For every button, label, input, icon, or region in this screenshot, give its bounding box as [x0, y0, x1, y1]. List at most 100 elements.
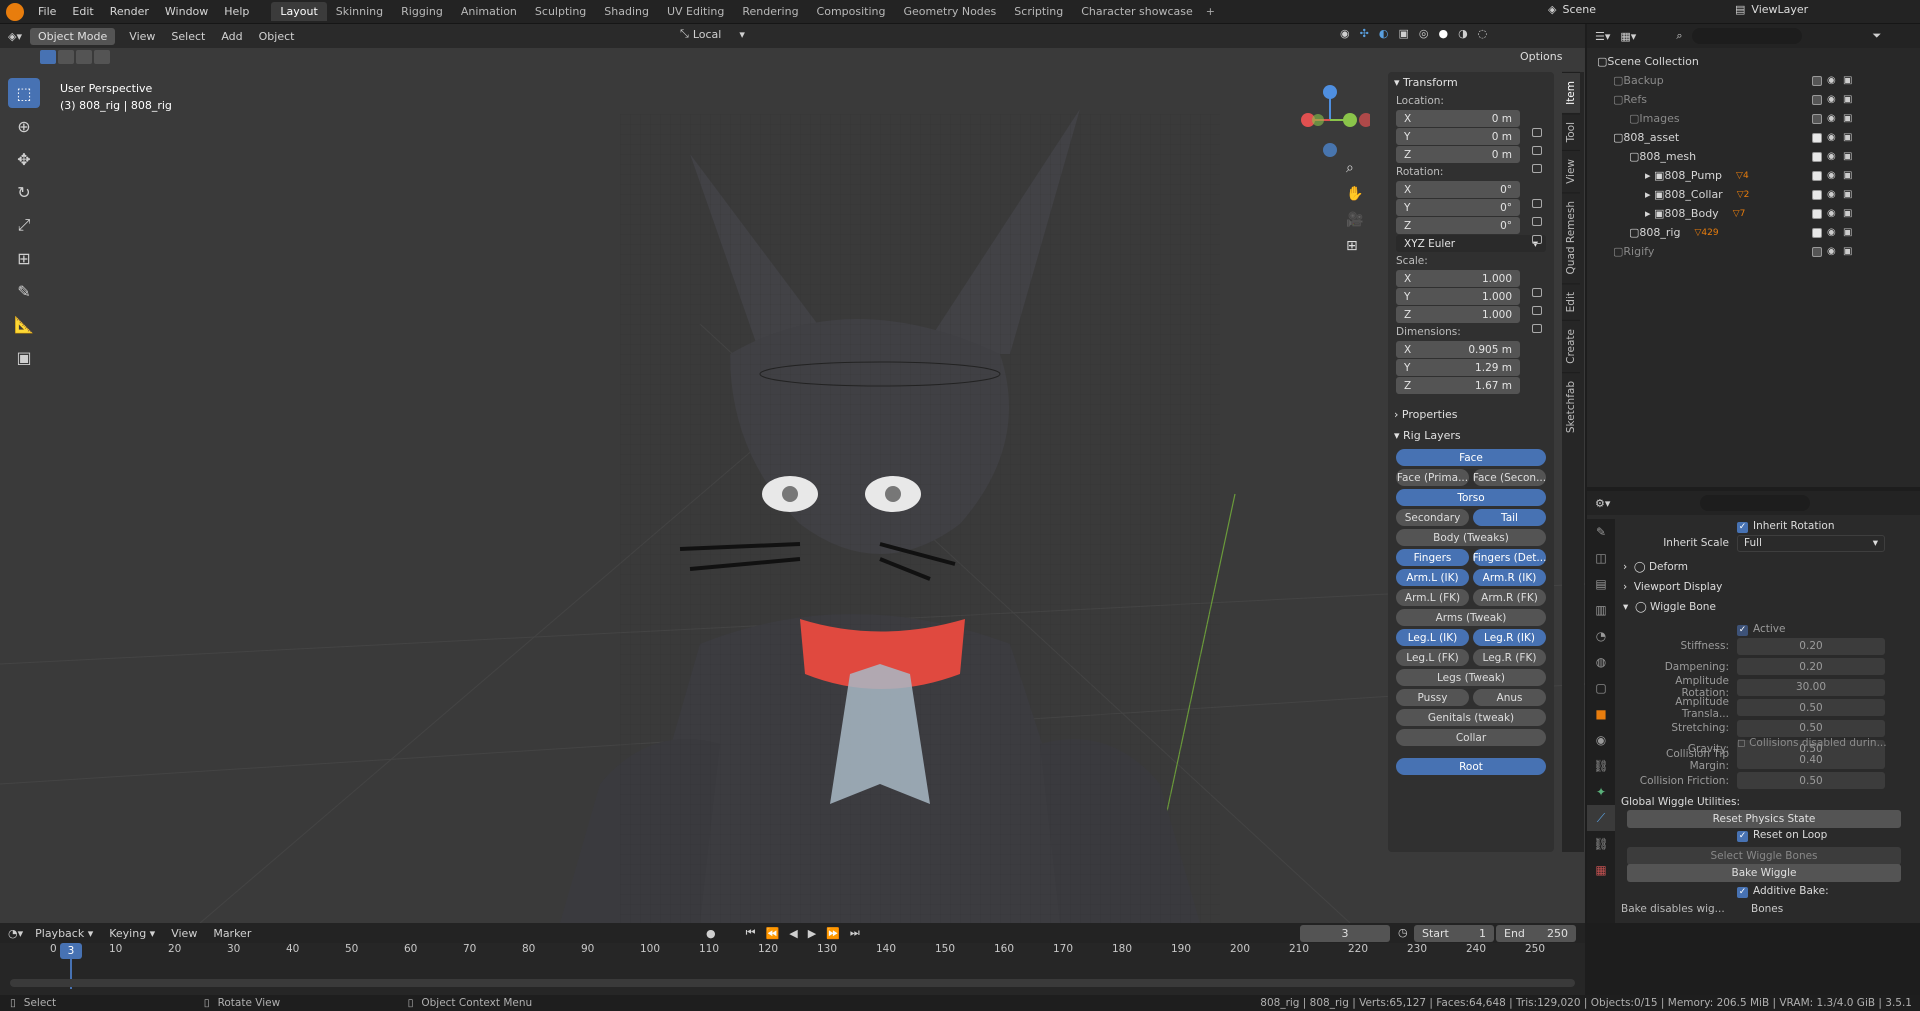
outliner-item[interactable]: ▢ Images ◉ ▣	[1587, 109, 1920, 128]
output-tab-icon[interactable]: ▤	[1587, 571, 1615, 597]
exclude-checkbox[interactable]	[1812, 246, 1822, 257]
eye-icon[interactable]: ◉	[1827, 189, 1836, 200]
annotate-tool-icon[interactable]: ✎	[8, 276, 40, 306]
location-x-field[interactable]: X 0 m	[1396, 110, 1520, 127]
object-tab-icon[interactable]: ■	[1587, 701, 1615, 727]
camera-render-icon[interactable]: ▣	[1843, 75, 1852, 86]
eye-icon[interactable]: ◉	[1827, 227, 1836, 238]
workspace-tab-shading[interactable]: Shading	[595, 2, 658, 21]
workspace-tab-uv-editing[interactable]: UV Editing	[658, 2, 733, 21]
select-new-icon[interactable]	[40, 50, 56, 64]
param-field[interactable]: 0.20	[1737, 658, 1885, 675]
camera-render-icon[interactable]: ▣	[1843, 151, 1852, 162]
menu-render[interactable]: Render	[102, 5, 157, 18]
deform-section[interactable]: › ◯ Deform	[1623, 558, 1913, 576]
properties-editor-icon[interactable]: ⚙▾	[1595, 497, 1610, 510]
param-field[interactable]: 0.40	[1737, 751, 1885, 769]
param-field[interactable]: 0.50	[1737, 699, 1885, 716]
collection-tab-icon[interactable]: ▢	[1587, 675, 1615, 701]
scale-z-field[interactable]: Z 1.000	[1396, 306, 1520, 323]
additive-bake-row[interactable]: ✓ Additive Bake:	[1627, 882, 1917, 900]
sidebar-tab-quad-remesh[interactable]: Quad Remesh	[1562, 192, 1580, 283]
sidebar-tab-tool[interactable]: Tool	[1562, 112, 1580, 151]
lock-icon[interactable]	[1532, 235, 1542, 244]
solid-shading-icon[interactable]: ●	[1438, 27, 1448, 40]
object-data-tab-icon[interactable]: ✦	[1587, 779, 1615, 805]
workspace-tab-scripting[interactable]: Scripting	[1005, 2, 1072, 21]
transform-tool-icon[interactable]: ⊞	[8, 243, 40, 273]
select-invert-icon[interactable]	[94, 50, 110, 64]
bake-wiggle-button[interactable]: Bake Wiggle	[1627, 864, 1901, 882]
outliner-item[interactable]: ▢ 808_rig ▽429 ◉ ▣	[1587, 223, 1920, 242]
rig-layer-button[interactable]: Torso	[1396, 489, 1546, 506]
modifier-tab-icon[interactable]: ◉	[1587, 727, 1615, 753]
search-input[interactable]	[1692, 28, 1803, 44]
rig-layer-button[interactable]: Tail	[1473, 509, 1546, 526]
workspace-tab-character-showcase[interactable]: Character showcase	[1072, 2, 1202, 21]
viewport-menu-view[interactable]: View	[121, 30, 163, 43]
outliner-item[interactable]: ▢ 808_asset ◉ ▣	[1587, 128, 1920, 147]
menu-file[interactable]: File	[30, 5, 64, 18]
rig-layer-button[interactable]: Arm.L (FK)	[1396, 589, 1469, 606]
outliner-item[interactable]: ▸ ▣ 808_Body ▽7 ◉ ▣	[1587, 204, 1920, 223]
camera-render-icon[interactable]: ▣	[1843, 208, 1852, 219]
camera-icon[interactable]: 🎥	[1346, 212, 1363, 228]
viewport-menu-object[interactable]: Object	[251, 30, 303, 43]
viewlayer-selector[interactable]: ▤ ViewLayer	[1735, 3, 1808, 16]
outliner-item[interactable]: ▸ ▣ 808_Collar ▽2 ◉ ▣	[1587, 185, 1920, 204]
workspace-tab-sculpting[interactable]: Sculpting	[526, 2, 595, 21]
eye-icon[interactable]: ◉	[1827, 246, 1836, 257]
mode-selector[interactable]: Object Mode	[29, 27, 116, 45]
rig-layer-button[interactable]: Fingers (Det...	[1473, 549, 1546, 566]
exclude-checkbox[interactable]	[1812, 227, 1822, 238]
rig-layer-button[interactable]: Leg.L (IK)	[1396, 629, 1469, 646]
outliner-item[interactable]: ▢ Scene Collection	[1587, 52, 1920, 71]
rig-layer-button[interactable]: Face (Secon...	[1473, 469, 1546, 486]
location-y-field[interactable]: Y 0 m	[1396, 128, 1520, 145]
material-shading-icon[interactable]: ◑	[1458, 27, 1468, 40]
wireframe-shading-icon[interactable]: ◎	[1419, 27, 1429, 40]
view-layer-tab-icon[interactable]: ▥	[1587, 597, 1615, 623]
location-z-field[interactable]: Z 0 m	[1396, 146, 1520, 163]
viewport-menu-select[interactable]: Select	[163, 30, 213, 43]
tool-tab-icon[interactable]: ✎	[1587, 519, 1615, 545]
outliner-item[interactable]: ▸ ▣ 808_Pump ▽4 ◉ ▣	[1587, 166, 1920, 185]
camera-render-icon[interactable]: ▣	[1843, 94, 1852, 105]
eye-icon[interactable]: ◉	[1827, 170, 1836, 181]
param-field[interactable]: 0.50	[1737, 772, 1885, 789]
camera-render-icon[interactable]: ▣	[1843, 246, 1852, 257]
rig-layer-button[interactable]: Face (Prima...	[1396, 469, 1469, 486]
rig-layer-button[interactable]: Genitals (tweak)	[1396, 709, 1546, 726]
select-box-tool-icon[interactable]: ⬚	[8, 78, 40, 108]
camera-render-icon[interactable]: ▣	[1843, 227, 1852, 238]
outliner-item[interactable]: ▢ Backup ◉ ▣	[1587, 71, 1920, 90]
menu-window[interactable]: Window	[157, 5, 216, 18]
sidebar-tab-item[interactable]: Item	[1562, 72, 1580, 113]
bone-constraint-tab-icon[interactable]: ⛓	[1587, 831, 1615, 857]
rig-layer-button[interactable]: Arm.L (IK)	[1396, 569, 1469, 586]
scale-x-field[interactable]: X 1.000	[1396, 270, 1520, 287]
wiggle-bone-section[interactable]: ▾ ◯ Wiggle Bone	[1623, 598, 1913, 616]
rig-layer-button[interactable]: Pussy	[1396, 689, 1469, 706]
camera-render-icon[interactable]: ▣	[1843, 132, 1852, 143]
camera-render-icon[interactable]: ▣	[1843, 189, 1852, 200]
wiggle-active-row[interactable]: ✓ Active	[1627, 620, 1917, 638]
exclude-checkbox[interactable]	[1812, 132, 1822, 143]
editor-type-icon[interactable]: ◈▾	[8, 30, 22, 43]
rig-layers-header[interactable]: ▾ Rig Layers	[1388, 425, 1554, 446]
select-subtract-icon[interactable]	[76, 50, 92, 64]
transform-orientation[interactable]: ⤡ Local ▾	[680, 27, 745, 41]
rotation-z-field[interactable]: Z 0°	[1396, 217, 1520, 234]
add-cube-tool-icon[interactable]: ▣	[8, 342, 40, 372]
overlay-icon[interactable]: ◐	[1379, 27, 1389, 40]
blender-logo-icon[interactable]	[6, 2, 24, 21]
workspace-tab-rendering[interactable]: Rendering	[733, 2, 807, 21]
rig-layer-button[interactable]: Arms (Tweak)	[1396, 609, 1546, 626]
rig-layer-button[interactable]: Leg.R (FK)	[1473, 649, 1546, 666]
rig-layer-button[interactable]: Fingers	[1396, 549, 1469, 566]
workspace-tab-layout[interactable]: Layout	[271, 2, 327, 21]
gizmo-icon[interactable]: ✣	[1360, 27, 1369, 40]
param-field[interactable]: 0.20	[1737, 637, 1885, 655]
sidebar-tab-sketchfab[interactable]: Sketchfab	[1562, 371, 1580, 442]
camera-render-icon[interactable]: ▣	[1843, 113, 1852, 124]
